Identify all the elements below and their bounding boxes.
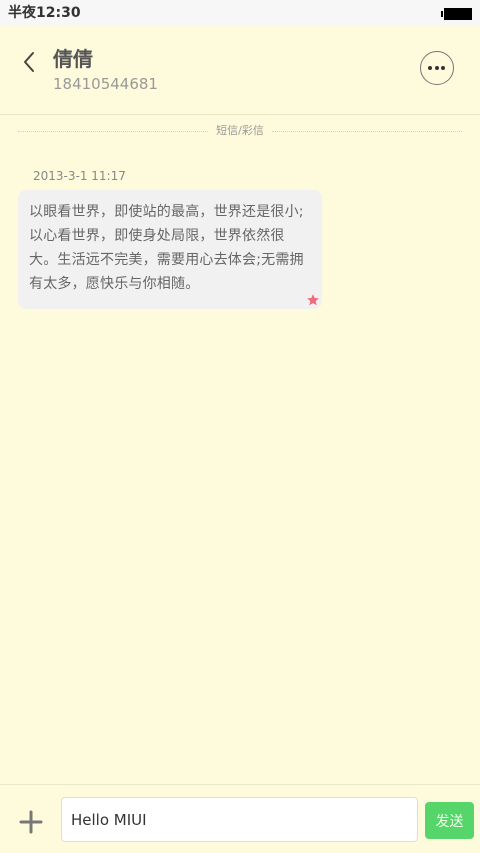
back-button[interactable] <box>14 46 46 78</box>
message-text: 以眼看世界，即使站的最高，世界还是很小;以心看世界，即使身处局限，世界依然很大。… <box>29 204 304 292</box>
more-dot <box>441 66 445 70</box>
status-time: 半夜12:30 <box>8 5 81 21</box>
divider-line <box>18 131 208 132</box>
status-bar: 半夜12:30 <box>0 0 480 26</box>
composer-bar: 发送 <box>0 784 480 853</box>
plus-icon <box>19 810 43 834</box>
more-horizontal-icon <box>428 66 432 70</box>
more-options-button[interactable] <box>420 51 454 85</box>
message-input[interactable] <box>61 797 418 842</box>
message-bubble[interactable]: 以眼看世界，即使站的最高，世界还是很小;以心看世界，即使身处局限，世界依然很大。… <box>18 190 322 309</box>
message-type-divider: 短信/彩信 <box>18 124 462 138</box>
more-dot <box>434 66 439 70</box>
send-button[interactable]: 发送 <box>425 802 474 839</box>
divider-line <box>272 131 462 132</box>
divider-label: 短信/彩信 <box>216 124 264 137</box>
star-icon <box>307 294 319 306</box>
contact-name: 倩倩 <box>53 47 93 71</box>
chevron-left-icon <box>24 52 34 72</box>
message-timestamp: 2013-3-1 11:17 <box>33 169 126 183</box>
conversation-header: 倩倩 18410544681 <box>0 26 480 115</box>
attach-button[interactable] <box>18 809 44 835</box>
contact-number: 18410544681 <box>53 75 158 93</box>
battery-icon <box>441 8 472 20</box>
